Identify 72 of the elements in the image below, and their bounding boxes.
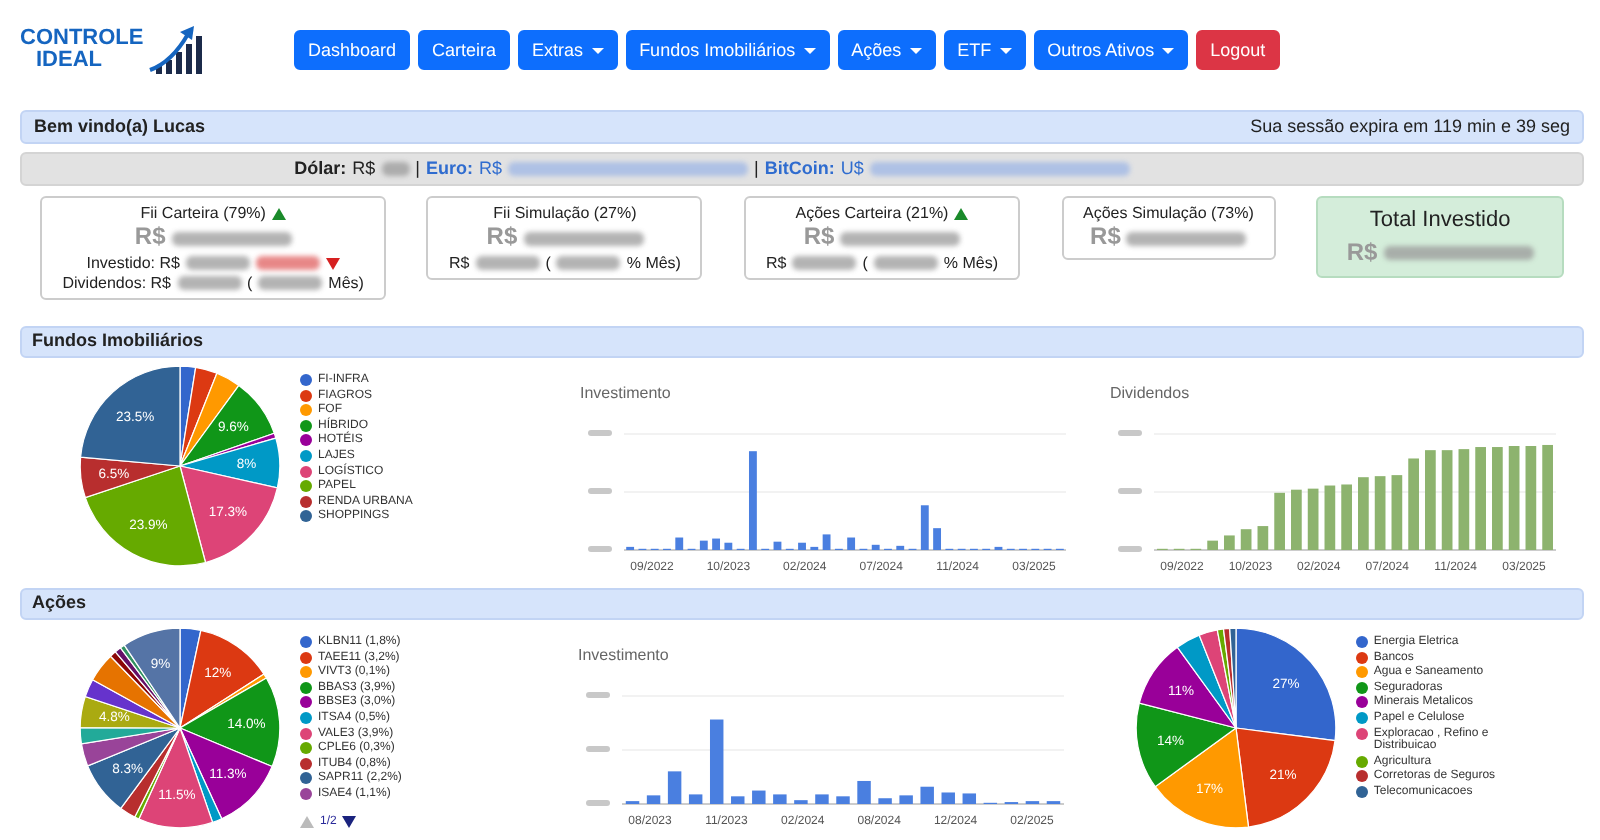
session-timer: Sua sessão expira em 119 min e 39 seg bbox=[1250, 113, 1570, 140]
label-text: Euro: bbox=[426, 155, 473, 182]
blurred-value bbox=[475, 256, 540, 271]
blurred-value bbox=[556, 256, 621, 271]
dropdown-button[interactable]: Extras bbox=[518, 30, 618, 70]
label-text: R$ bbox=[1090, 224, 1121, 252]
blurred-tick bbox=[588, 488, 612, 494]
blurred-value bbox=[177, 276, 241, 291]
blurred-value bbox=[840, 231, 961, 246]
label-text: R$ bbox=[765, 253, 787, 273]
label-text: | bbox=[754, 155, 759, 182]
label-text: Ações Carteira (21%) bbox=[795, 204, 949, 223]
blurred-tick bbox=[585, 800, 610, 806]
label-text: Total Investido bbox=[1369, 208, 1511, 234]
label-text: U$ bbox=[840, 155, 864, 182]
logo-text: IDEAL bbox=[34, 50, 104, 72]
blurred-value bbox=[1126, 231, 1247, 246]
nav-button[interactable]: Logout bbox=[1196, 30, 1280, 70]
label-text: ( bbox=[247, 274, 253, 293]
blurred-value bbox=[873, 256, 938, 271]
blurred-tick bbox=[1118, 546, 1142, 552]
blurred-value bbox=[381, 162, 410, 176]
blurred-value bbox=[258, 276, 323, 291]
chart-title: Investimento bbox=[577, 646, 669, 664]
label-text: R$ bbox=[803, 224, 835, 252]
dropdown-button[interactable]: Outros Ativos bbox=[1033, 30, 1189, 70]
down-triangle-icon bbox=[325, 257, 340, 270]
label-text: Fii Simulação (27%) bbox=[493, 204, 637, 223]
blurred-tick bbox=[585, 746, 610, 752]
label-text: R$ bbox=[479, 155, 503, 182]
blurred-value bbox=[523, 231, 644, 246]
blurred-value bbox=[171, 231, 292, 246]
blurred-tick bbox=[588, 430, 612, 436]
label-text: Investido: R$ bbox=[86, 253, 180, 273]
blurred-tick bbox=[588, 546, 612, 552]
section-title: Ações bbox=[32, 590, 87, 617]
chart-title: Investimento bbox=[580, 384, 671, 402]
blurred-tick bbox=[1118, 430, 1142, 436]
blurred-value bbox=[185, 256, 250, 271]
blurred-value bbox=[255, 256, 320, 271]
down-triangle-icon[interactable] bbox=[342, 816, 357, 829]
label-text: Ações Simulação (73%) bbox=[1083, 204, 1254, 223]
nav-button[interactable]: Carteira bbox=[418, 30, 511, 70]
label-text: R$ bbox=[134, 224, 166, 252]
blurred-tick bbox=[1118, 488, 1142, 494]
label-text: ( bbox=[862, 253, 868, 273]
blurred-value bbox=[792, 256, 857, 271]
label-text: % Mês) bbox=[943, 253, 999, 273]
label-text: Dólar: bbox=[294, 155, 347, 182]
chart-title: Dividendos bbox=[1110, 384, 1190, 402]
label-text: R$ bbox=[352, 155, 376, 182]
welcome-text: Bem vindo(a) Lucas bbox=[34, 113, 206, 140]
dropdown-button[interactable]: Fundos Imobiliários bbox=[625, 30, 830, 70]
up-triangle-icon bbox=[954, 207, 969, 220]
up-triangle-icon bbox=[271, 207, 286, 220]
label-text: R$ bbox=[448, 253, 470, 273]
dropdown-button[interactable]: Ações bbox=[837, 30, 936, 70]
nav-button[interactable]: Dashboard bbox=[294, 30, 411, 70]
section-title: Fundos Imobiliários bbox=[32, 328, 204, 355]
label-text: ( bbox=[545, 253, 551, 273]
logo-text: CONTROLE bbox=[20, 28, 144, 50]
blurred-tick bbox=[585, 692, 610, 698]
label-text: R$ bbox=[486, 224, 518, 252]
label-text: BitCoin: bbox=[764, 155, 835, 182]
growth-chart-icon bbox=[147, 22, 204, 78]
label-text: | bbox=[415, 155, 420, 182]
label-text: R$ bbox=[1346, 239, 1378, 267]
label-text: % Mês) bbox=[626, 253, 681, 273]
label-text: Fii Carteira (79%) bbox=[140, 204, 266, 223]
label-text: Mês) bbox=[328, 274, 364, 293]
dropdown-button[interactable]: ETF bbox=[943, 30, 1026, 70]
label-text: Dividendos: R$ bbox=[62, 274, 171, 293]
